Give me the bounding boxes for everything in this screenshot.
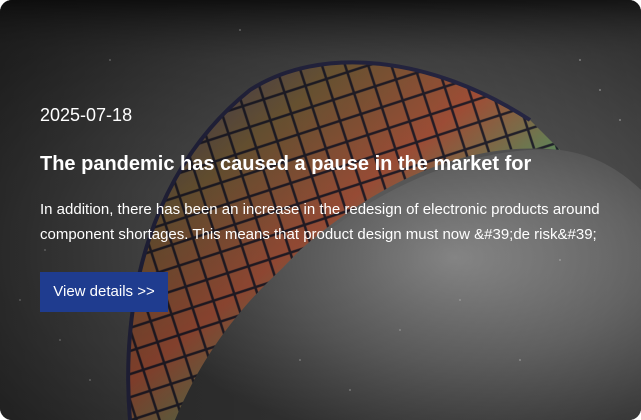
excerpt-line: In addition, there has been an increase … — [40, 201, 600, 218]
article-date: 2025-07-18 — [40, 105, 133, 125]
article-excerpt: In addition, there has been an increase … — [40, 197, 615, 247]
excerpt-line: component shortages. This means that pro… — [40, 226, 597, 243]
view-details-button[interactable]: View details >> — [40, 272, 168, 312]
article-title[interactable]: The pandemic has caused a pause in the m… — [40, 153, 531, 176]
news-card[interactable]: 2025-07-18 The pandemic has caused a pau… — [0, 0, 641, 420]
